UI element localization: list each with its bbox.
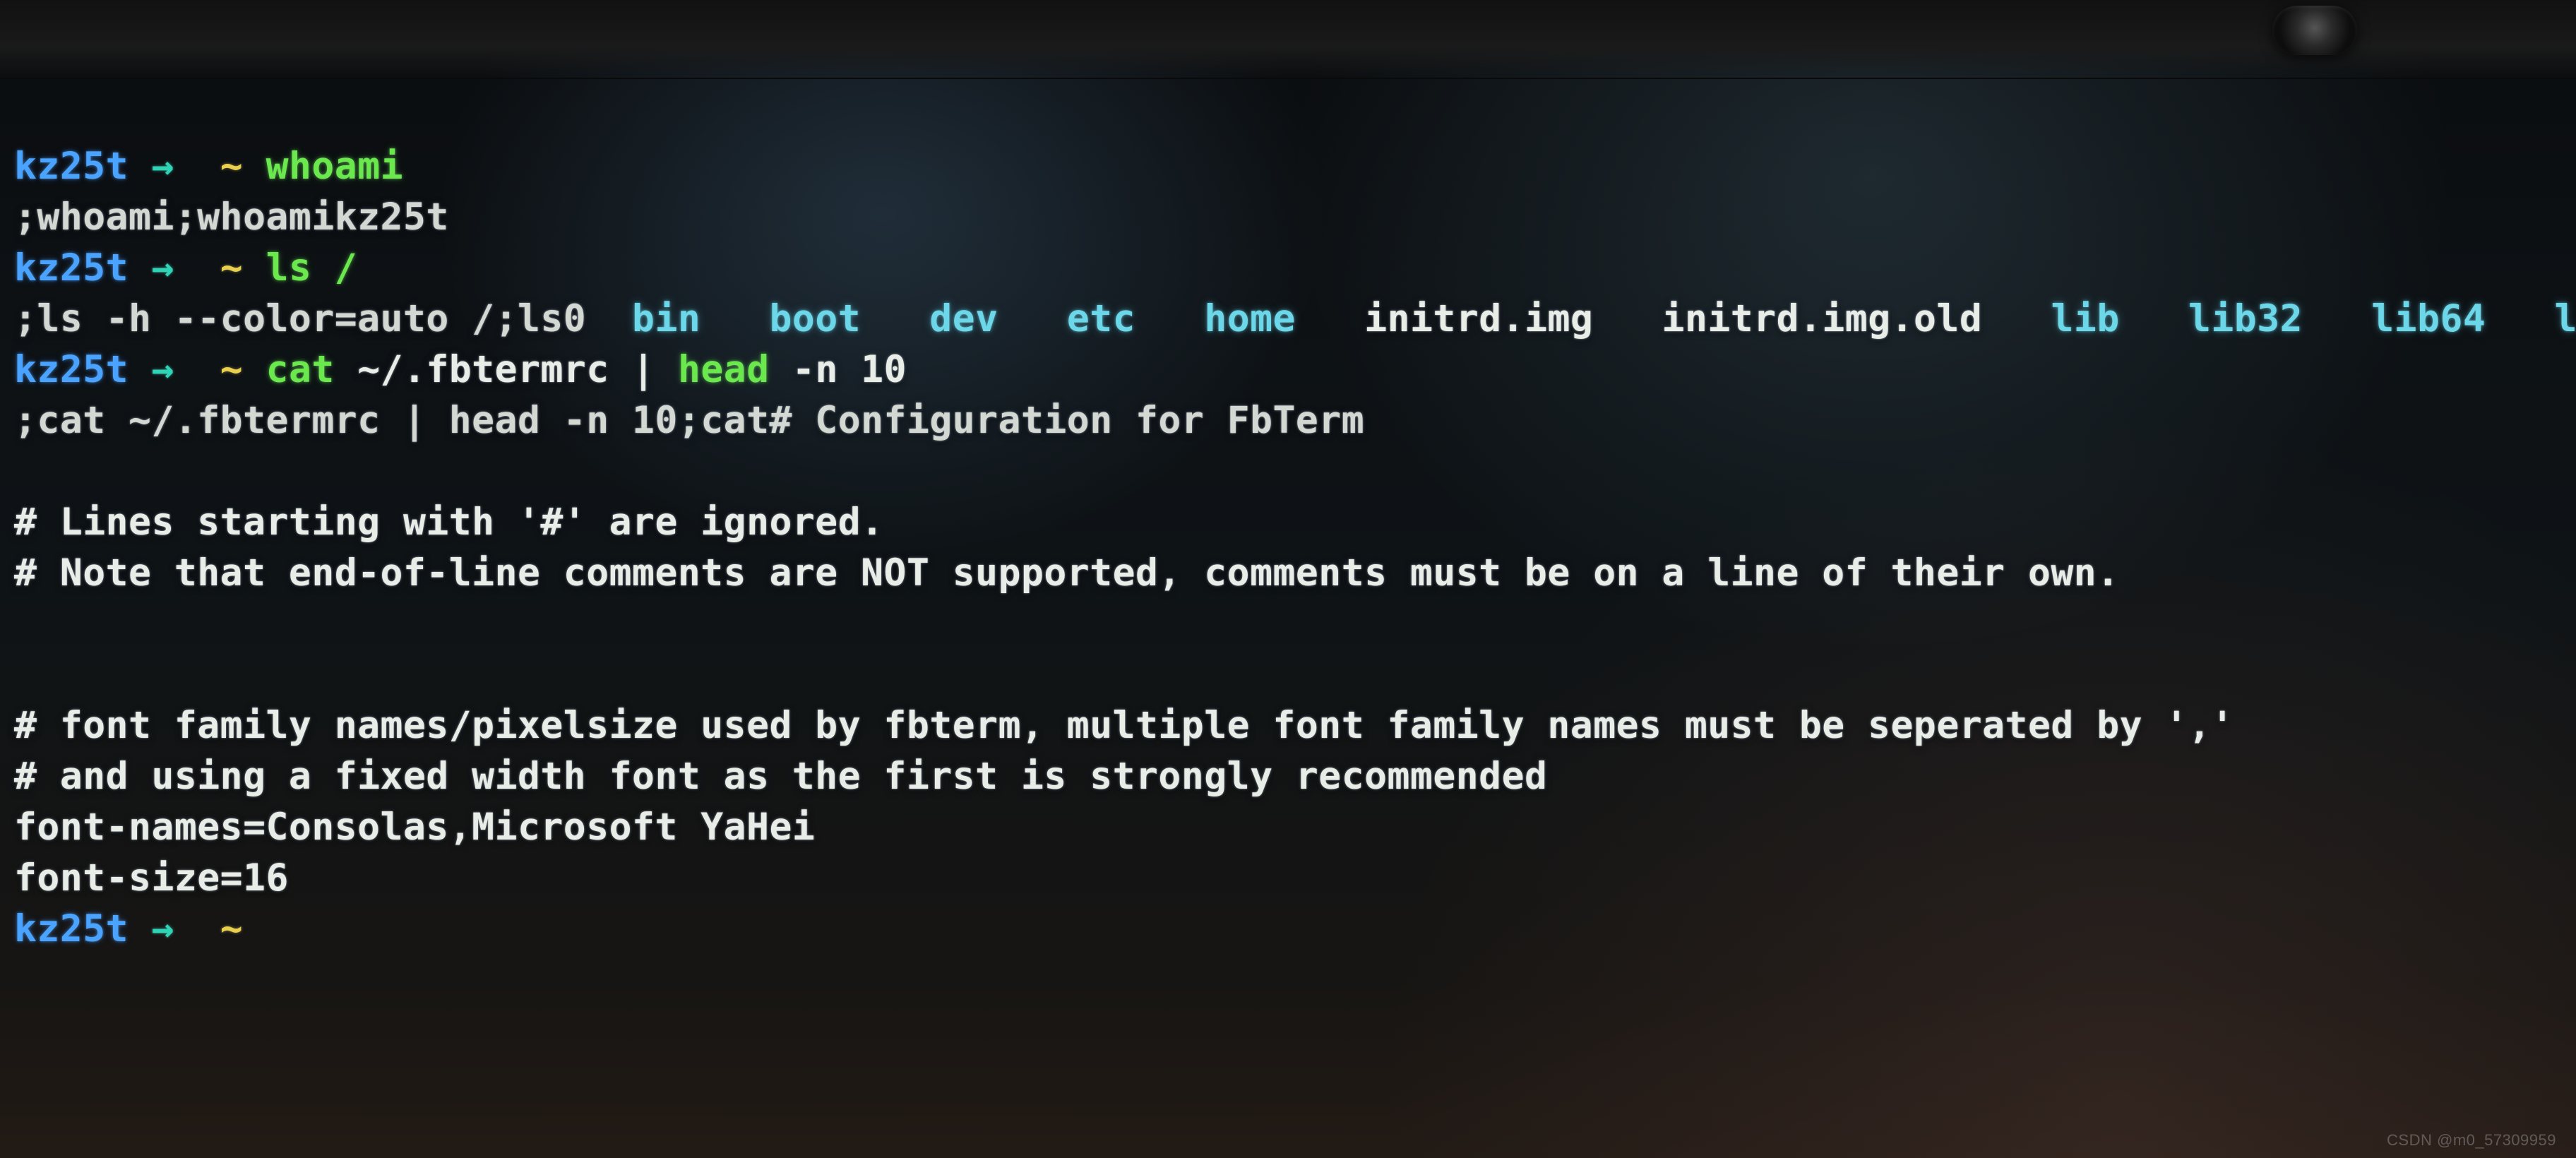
prompt-user: kz25t <box>14 907 129 950</box>
monitor-bezel <box>0 0 2576 79</box>
dir-lib32: lib32 <box>2188 297 2303 340</box>
dir-lib64: lib64 <box>2371 297 2486 340</box>
cmd-cat: cat <box>266 348 335 391</box>
terminal-output[interactable]: kz25t → ~ whoami ;whoami;whoamikz25t kz2… <box>14 90 2576 955</box>
framebuffer-screen: kz25t → ~ whoami ;whoami;whoamikz25t kz2… <box>0 0 2576 1158</box>
terminal-line: kz25t → ~ <box>14 907 266 950</box>
prompt-arrow: → <box>151 246 174 290</box>
config-fontsize: font-size=16 <box>14 856 289 900</box>
terminal-line: kz25t → ~ ls / <box>14 246 357 290</box>
prompt-arrow: → <box>151 907 174 950</box>
prompt-tilde: ~ <box>220 246 243 290</box>
prompt-user: kz25t <box>14 246 129 290</box>
dir-boot: boot <box>770 297 861 340</box>
prompt-tilde: ~ <box>220 907 243 950</box>
cmd-head: head <box>678 348 770 391</box>
terminal-line: kz25t → ~ cat ~/.fbtermrc | head -n 10 <box>14 348 907 391</box>
webcam <box>2272 6 2357 55</box>
config-fontnames: font-names=Consolas,Microsoft YaHei <box>14 806 815 849</box>
dir-lib: lib <box>2051 297 2120 340</box>
config-comment: # Note that end-of-line comments are NOT… <box>14 551 2120 595</box>
dir-bin: bin <box>632 297 700 340</box>
config-comment: # Lines starting with '#' are ignored. <box>14 501 884 544</box>
pipe: | <box>632 348 655 391</box>
config-comment: # and using a fixed width font as the fi… <box>14 755 1547 798</box>
prompt-user: kz25t <box>14 348 129 391</box>
terminal-line: ;cat ~/.fbtermrc | head -n 10;cat# Confi… <box>14 399 1364 442</box>
prompt-arrow: → <box>151 348 174 391</box>
terminal-line: ;whoami;whoamikz25t <box>14 196 449 239</box>
ls-echo: ;ls -h --color=auto /;ls0 <box>14 297 632 340</box>
file-initrd: initrd.img <box>1364 297 1593 340</box>
terminal-line: kz25t → ~ whoami <box>14 145 403 188</box>
prompt-user: kz25t <box>14 145 129 188</box>
dir-etc: etc <box>1067 297 1135 340</box>
csdn-watermark: CSDN @m0_57309959 <box>2387 1131 2556 1150</box>
arg-n10: -n 10 <box>792 348 907 391</box>
prompt-tilde: ~ <box>220 145 243 188</box>
cmd-whoami: whoami <box>266 145 403 188</box>
arg-fbtermrc: ~/.fbtermrc <box>357 348 609 391</box>
config-comment: # font family names/pixelsize used by fb… <box>14 704 2234 747</box>
cmd-ls: ls / <box>266 246 358 290</box>
dir-libx32: libx32 <box>2555 297 2576 340</box>
terminal-line: ;ls -h --color=auto /;ls0 bin boot dev e… <box>14 297 2576 340</box>
file-initrd-old: initrd.img.old <box>1662 297 1983 340</box>
dir-dev: dev <box>929 297 998 340</box>
prompt-tilde: ~ <box>220 348 243 391</box>
dir-home: home <box>1204 297 1296 340</box>
prompt-arrow: → <box>151 145 174 188</box>
